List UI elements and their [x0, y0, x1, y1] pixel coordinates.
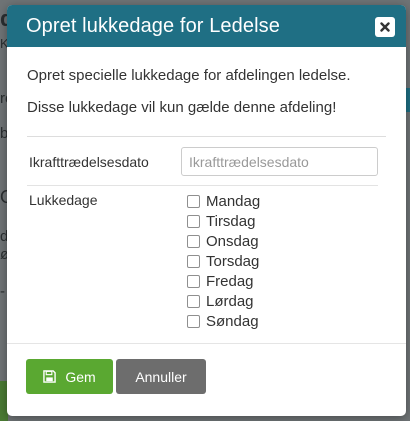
day-option-thursday[interactable]: Torsdag	[187, 251, 260, 271]
closing-days-dialog: Opret lukkedage for Ledelse Opret specie…	[7, 5, 406, 416]
warning-text: Disse lukkedage vil kun gælde denne afde…	[27, 99, 337, 116]
closing-days-row: Lukkedage Mandag Tirsdag Onsdag Torsdag	[27, 186, 386, 331]
day-option-sunday[interactable]: Søndag	[187, 311, 260, 331]
day-option-friday[interactable]: Fredag	[187, 271, 260, 291]
background-text: -	[0, 283, 5, 300]
effective-date-row: Ikrafttrædelsesdato	[27, 137, 378, 186]
day-label: Fredag	[206, 272, 254, 290]
dialog-footer: Gem Annuller	[7, 343, 406, 416]
effective-date-label: Ikrafttrædelsesdato	[29, 154, 149, 170]
checkbox[interactable]	[187, 194, 200, 208]
intro-text: Opret specielle lukkedage for afdelingen…	[27, 67, 351, 84]
day-label: Torsdag	[206, 252, 260, 270]
dialog-title: Opret lukkedage for Ledelse	[26, 14, 280, 37]
save-icon	[43, 370, 57, 383]
checkbox[interactable]	[187, 294, 200, 308]
day-label: Mandag	[206, 192, 261, 210]
closing-days-label: Lukkedage	[29, 192, 98, 208]
day-label: Søndag	[206, 312, 259, 330]
cancel-label: Annuller	[135, 368, 187, 385]
checkbox[interactable]	[187, 254, 200, 268]
effective-date-input[interactable]	[181, 147, 378, 176]
day-option-wednesday[interactable]: Onsdag	[187, 231, 260, 251]
day-label: Lørdag	[206, 292, 254, 310]
cancel-button[interactable]: Annuller	[116, 359, 206, 394]
dialog-header: Opret lukkedage for Ledelse	[7, 5, 406, 47]
save-label: Gem	[65, 368, 96, 385]
day-label: Tirsdag	[206, 212, 256, 230]
checkbox[interactable]	[187, 234, 200, 248]
dialog-body: Opret specielle lukkedage for afdelingen…	[7, 47, 406, 331]
close-button[interactable]	[375, 17, 395, 37]
day-option-saturday[interactable]: Lørdag	[187, 291, 260, 311]
save-button[interactable]: Gem	[26, 359, 113, 394]
day-label: Onsdag	[206, 232, 259, 250]
checkbox[interactable]	[187, 274, 200, 288]
checkbox[interactable]	[187, 214, 200, 228]
close-icon	[380, 22, 390, 32]
day-option-tuesday[interactable]: Tirsdag	[187, 211, 260, 231]
checkbox[interactable]	[187, 314, 200, 328]
day-checkbox-list: Mandag Tirsdag Onsdag Torsdag Fredag Lør…	[187, 191, 260, 331]
day-option-monday[interactable]: Mandag	[187, 191, 260, 211]
